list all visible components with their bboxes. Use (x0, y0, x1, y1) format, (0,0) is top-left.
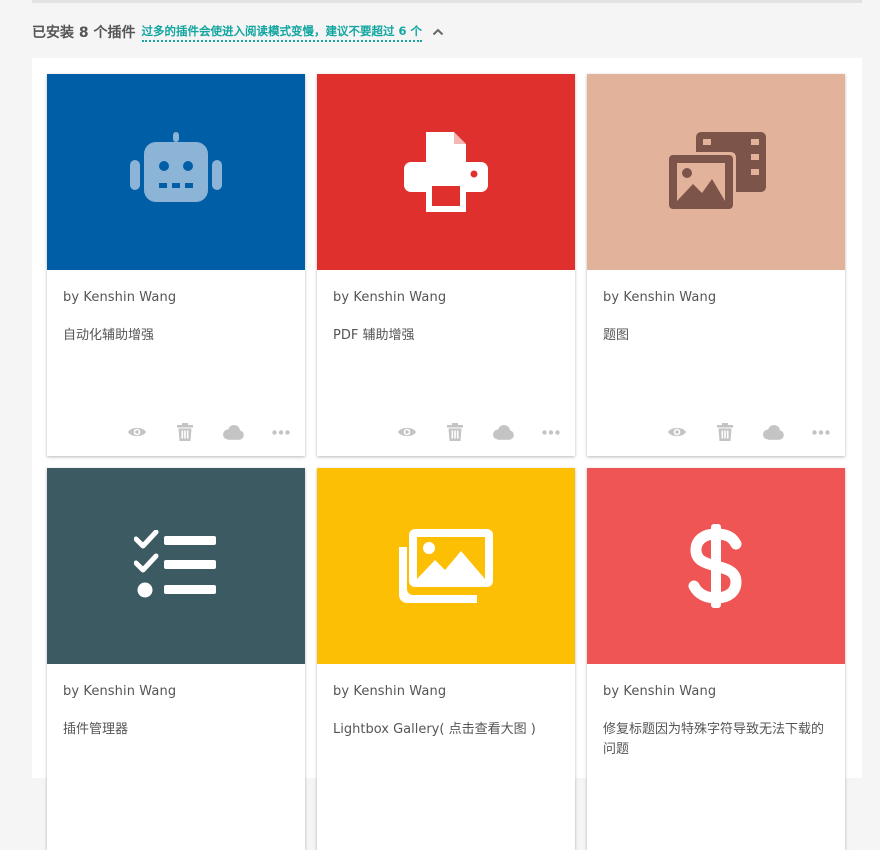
cloud-icon (763, 424, 784, 440)
plugin-card: by Kenshin Wang PDF 辅助增强 (317, 74, 575, 456)
sync-button[interactable] (491, 420, 515, 444)
plugins-header: 已安装 8 个插件 过多的插件会使进入阅读模式变慢，建议不要超过 6 个 (32, 20, 446, 44)
more-button[interactable] (539, 420, 563, 444)
plugin-actions (317, 420, 575, 444)
plugin-actions (47, 420, 305, 444)
plugin-description: 修复标题因为特殊字符导致无法下载的问题 (603, 722, 825, 757)
plugin-grid: by Kenshin Wang 自动化辅助增强 by Kenshin Wang … (32, 58, 862, 850)
eye-icon (668, 427, 686, 437)
more-horizontal-icon (542, 429, 560, 435)
more-horizontal-icon (272, 429, 290, 435)
delete-button[interactable] (443, 420, 467, 444)
robot-icon (130, 132, 222, 202)
trash-icon (177, 423, 193, 441)
trash-icon (447, 423, 463, 441)
plugin-description: PDF 辅助增强 (333, 328, 415, 343)
dollar-icon (688, 524, 742, 608)
cloud-icon (493, 424, 514, 440)
trash-icon (717, 423, 733, 441)
plugin-author: by Kenshin Wang (603, 290, 717, 305)
plugin-author: by Kenshin Wang (333, 290, 447, 305)
plugin-banner[interactable] (587, 468, 845, 664)
sync-button[interactable] (761, 420, 785, 444)
plugin-description: Lightbox Gallery( 点击查看大图 ) (333, 722, 536, 737)
plugin-description: 自动化辅助增强 (63, 328, 155, 343)
plugin-description: 题图 (603, 328, 630, 343)
plugin-banner[interactable] (587, 74, 845, 270)
plugin-card: by Kenshin Wang 自动化辅助增强 (47, 74, 305, 456)
plugin-banner[interactable] (317, 74, 575, 270)
plugin-author: by Kenshin Wang (63, 684, 177, 699)
plugin-author: by Kenshin Wang (333, 684, 447, 699)
printer-icon (404, 132, 488, 212)
preview-button[interactable] (665, 420, 689, 444)
plugin-card: by Kenshin Wang 插件管理器 (47, 468, 305, 850)
delete-button[interactable] (173, 420, 197, 444)
plugin-card: by Kenshin Wang Lightbox Gallery( 点击查看大图… (317, 468, 575, 850)
delete-button[interactable] (713, 420, 737, 444)
sync-button[interactable] (221, 420, 245, 444)
more-button[interactable] (809, 420, 833, 444)
plugin-banner[interactable] (317, 468, 575, 664)
plugin-author: by Kenshin Wang (603, 684, 717, 699)
preview-button[interactable] (395, 420, 419, 444)
plugin-author: by Kenshin Wang (63, 290, 177, 305)
eye-icon (398, 427, 416, 437)
plugin-card: by Kenshin Wang 题图 (587, 74, 845, 456)
top-divider (32, 0, 862, 3)
more-horizontal-icon (812, 429, 830, 435)
gallery-icon (399, 529, 493, 603)
media-images-icon (666, 132, 766, 212)
cloud-icon (223, 424, 244, 440)
chevron-up-icon (432, 28, 444, 36)
eye-icon (128, 427, 146, 437)
plugin-description: 插件管理器 (63, 722, 129, 737)
plugin-warning-link[interactable]: 过多的插件会使进入阅读模式变慢，建议不要超过 6 个 (141, 23, 423, 42)
preview-button[interactable] (125, 420, 149, 444)
plugin-card: by Kenshin Wang 修复标题因为特殊字符导致无法下载的问题 (587, 468, 845, 850)
installed-count: 已安装 8 个插件 (32, 25, 136, 41)
plugin-actions (587, 420, 845, 444)
plugin-banner[interactable] (47, 468, 305, 664)
plugin-banner[interactable] (47, 74, 305, 270)
collapse-toggle[interactable] (430, 24, 446, 40)
more-button[interactable] (269, 420, 293, 444)
checklist-icon (134, 530, 216, 598)
